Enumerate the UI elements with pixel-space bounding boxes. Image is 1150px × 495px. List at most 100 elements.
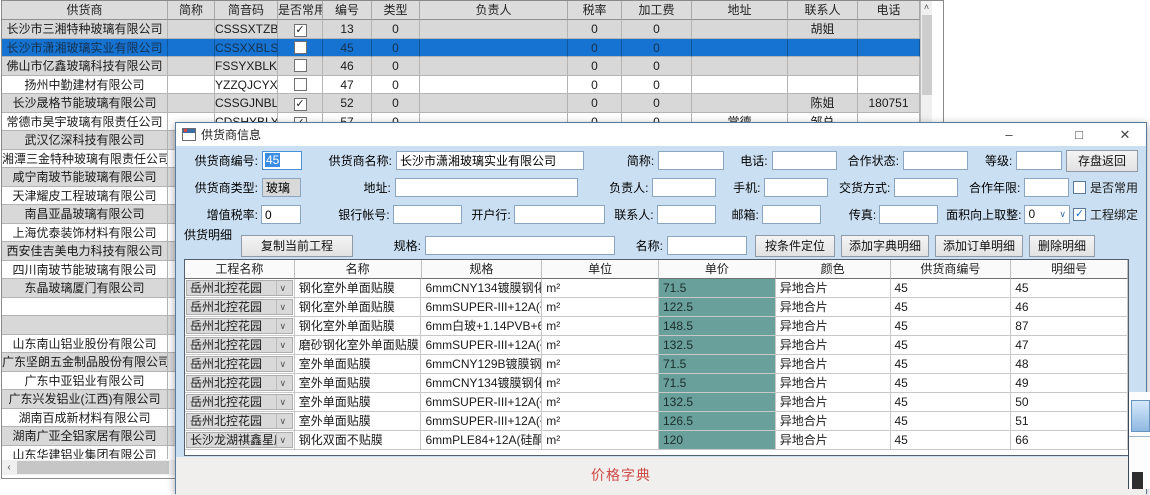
- supplier-row[interactable]: 长沙市潇湘玻璃实业有限公司CSSXXBLSY...45000: [2, 39, 932, 58]
- name-filter-input[interactable]: [667, 236, 747, 255]
- horizontal-scrollbar-thumb[interactable]: [17, 461, 169, 474]
- chevron-down-icon[interactable]: ∨: [276, 280, 289, 296]
- coop-status-field[interactable]: [903, 151, 968, 170]
- supplier-column-header[interactable]: 税率: [568, 1, 622, 20]
- chevron-down-icon[interactable]: ∨: [276, 413, 289, 429]
- detail-row[interactable]: 岳州北控花园∨室外单面贴膜6mmSUPER-III+12A(硅...m²132.…: [185, 393, 1128, 412]
- project-name-combobox[interactable]: 岳州北控花园∨: [185, 412, 295, 431]
- area-round-up-select[interactable]: 0 ∨: [1024, 205, 1069, 224]
- detail-column-header[interactable]: 工程名称: [185, 260, 295, 279]
- common-use-checkbox[interactable]: [294, 41, 307, 54]
- scroll-up-icon[interactable]: ˄: [921, 1, 932, 14]
- add-dictionary-detail-button[interactable]: 添加字典明细: [841, 235, 929, 257]
- chevron-down-icon[interactable]: ∨: [276, 356, 289, 372]
- fax-field[interactable]: [879, 205, 938, 224]
- add-order-detail-button[interactable]: 添加订单明细: [935, 235, 1023, 257]
- detail-row[interactable]: 岳州北控花园∨室外单面贴膜6mmSUPER-III+12A(硅...m²126.…: [185, 412, 1128, 431]
- supplier-cell-contact: 胡姐: [788, 20, 858, 39]
- address-field[interactable]: [395, 178, 579, 197]
- supplier-column-header[interactable]: 简音码: [215, 1, 278, 20]
- supplier-row[interactable]: 扬州中勤建材有限公司YZZQJCYXGS47000: [2, 76, 932, 95]
- project-bind-checkbox[interactable]: ✓: [1073, 208, 1086, 221]
- supplier-row[interactable]: 长沙市三湘特种玻璃有限公司CSSSXTZBL...✓13000胡姐: [2, 20, 932, 39]
- detail-cell: 46: [1011, 298, 1128, 317]
- manager-field[interactable]: [652, 178, 716, 197]
- chevron-down-icon[interactable]: ∨: [276, 432, 289, 448]
- supplier-row[interactable]: 长沙晟格节能玻璃有限公司CSSGJNBLYXGS✓52000陈姐180751: [2, 94, 932, 113]
- email-field[interactable]: [762, 205, 821, 224]
- project-name-combobox[interactable]: 岳州北控花园∨: [185, 336, 295, 355]
- project-name-combobox[interactable]: 岳州北控花园∨: [185, 298, 295, 317]
- detail-column-header[interactable]: 规格: [422, 260, 543, 279]
- detail-cell: m²: [542, 298, 659, 317]
- project-name-combobox[interactable]: 长沙龙湖祺鑫星座∨: [185, 431, 295, 450]
- common-use-checkbox[interactable]: [294, 78, 307, 91]
- often-used-checkbox[interactable]: [1073, 181, 1086, 194]
- common-use-checkbox[interactable]: ✓: [294, 24, 307, 37]
- delete-detail-button[interactable]: 删除明细: [1029, 235, 1095, 257]
- maximize-button[interactable]: □: [1064, 123, 1094, 146]
- supplier-cell-abbr: [168, 94, 215, 113]
- delivery-method-field[interactable]: [894, 178, 958, 197]
- detail-row[interactable]: 长沙龙湖祺鑫星座∨钢化双面不贴膜6mmPLE84+12A(硅酮胶...m²120…: [185, 431, 1128, 450]
- supplier-type-field[interactable]: [262, 178, 301, 197]
- supplier-id-field[interactable]: 45: [262, 151, 302, 170]
- contact-field[interactable]: [657, 205, 716, 224]
- detail-row[interactable]: 岳州北控花园∨室外单面贴膜6mmCNY129B镀膜钢化m²71.5异地合片454…: [185, 355, 1128, 374]
- locate-by-condition-button[interactable]: 按条件定位: [755, 235, 835, 257]
- detail-row[interactable]: 岳州北控花园∨钢化室外单面贴膜6mmSUPER-III+12A(硅...m²12…: [185, 298, 1128, 317]
- grade-field[interactable]: [1016, 151, 1062, 170]
- detail-column-header[interactable]: 供货商编号: [891, 260, 1012, 279]
- supplier-column-header[interactable]: 供货商: [2, 1, 168, 20]
- supplier-column-header[interactable]: 是否常用: [278, 1, 323, 20]
- supplier-column-header[interactable]: 电话: [858, 1, 920, 20]
- detail-row[interactable]: 岳州北控花园∨磨砂钢化室外单面贴膜6mmSUPER-III+12A(硅...m²…: [185, 336, 1128, 355]
- mobile-field[interactable]: [764, 178, 828, 197]
- vat-rate-field[interactable]: [261, 205, 301, 224]
- dialog-title-bar[interactable]: 供货商信息 – □ ✕: [176, 123, 1146, 146]
- detail-column-header[interactable]: 明细号: [1011, 260, 1128, 279]
- common-use-checkbox[interactable]: ✓: [294, 98, 307, 111]
- bank-account-field[interactable]: [393, 205, 462, 224]
- supplier-column-header[interactable]: 类型: [372, 1, 420, 20]
- vertical-scrollbar-thumb[interactable]: [922, 15, 932, 95]
- project-name-combobox[interactable]: 岳州北控花园∨: [185, 355, 295, 374]
- supplier-row[interactable]: 佛山市亿鑫玻璃科技有限公司FSSYXBLKJ...46000: [2, 57, 932, 76]
- detail-row[interactable]: 岳州北控花园∨室外单面贴膜6mmCNY134镀膜钢化m²71.5异地合片4549: [185, 374, 1128, 393]
- chevron-down-icon[interactable]: ∨: [276, 318, 289, 334]
- minimize-button[interactable]: –: [994, 123, 1024, 146]
- abbr-field[interactable]: [658, 151, 723, 170]
- detail-column-header[interactable]: 单价: [659, 260, 776, 279]
- supplier-column-header[interactable]: 编号: [323, 1, 372, 20]
- supplier-grid-header: 供货商简称简音码是否常用编号类型负责人税率加工费地址联系人电话: [2, 1, 932, 20]
- close-button[interactable]: ✕: [1110, 123, 1140, 146]
- detail-column-header[interactable]: 名称: [295, 260, 422, 279]
- supplier-column-header[interactable]: 简称: [168, 1, 215, 20]
- save-return-button[interactable]: 存盘返回: [1066, 150, 1138, 172]
- project-name-combobox[interactable]: 岳州北控花园∨: [185, 279, 295, 298]
- chevron-down-icon[interactable]: ∨: [276, 337, 289, 353]
- project-name-combobox[interactable]: 岳州北控花园∨: [185, 317, 295, 336]
- supplier-column-header[interactable]: 加工费: [622, 1, 692, 20]
- coop-years-field[interactable]: [1024, 178, 1069, 197]
- detail-column-header[interactable]: 颜色: [776, 260, 891, 279]
- detail-row[interactable]: 岳州北控花园∨钢化室外单面贴膜6mm白玻+1.14PVB+6mm...m²148…: [185, 317, 1128, 336]
- scroll-left-icon[interactable]: ‹: [2, 460, 16, 475]
- supplier-name-field[interactable]: [396, 151, 584, 170]
- supplier-column-header[interactable]: 负责人: [420, 1, 568, 20]
- project-name-combobox[interactable]: 岳州北控花园∨: [185, 393, 295, 412]
- supplier-column-header[interactable]: 联系人: [788, 1, 858, 20]
- bank-name-field[interactable]: [514, 205, 605, 224]
- chevron-down-icon[interactable]: ∨: [276, 375, 289, 391]
- common-use-checkbox[interactable]: [294, 59, 307, 72]
- chevron-down-icon[interactable]: ∨: [276, 299, 289, 315]
- copy-current-project-button[interactable]: 复制当前工程: [241, 235, 353, 257]
- chevron-down-icon[interactable]: ∨: [276, 394, 289, 410]
- detail-column-header[interactable]: 单位: [542, 260, 659, 279]
- detail-row[interactable]: 岳州北控花园∨钢化室外单面贴膜6mmCNY134镀膜钢化m²71.5异地合片45…: [185, 279, 1128, 298]
- supplier-column-header[interactable]: 地址: [692, 1, 788, 20]
- project-name-combobox[interactable]: 岳州北控花园∨: [185, 374, 295, 393]
- supplier-id-label: 供货商编号:: [184, 152, 258, 169]
- spec-filter-input[interactable]: [425, 236, 615, 255]
- phone-field[interactable]: [772, 151, 837, 170]
